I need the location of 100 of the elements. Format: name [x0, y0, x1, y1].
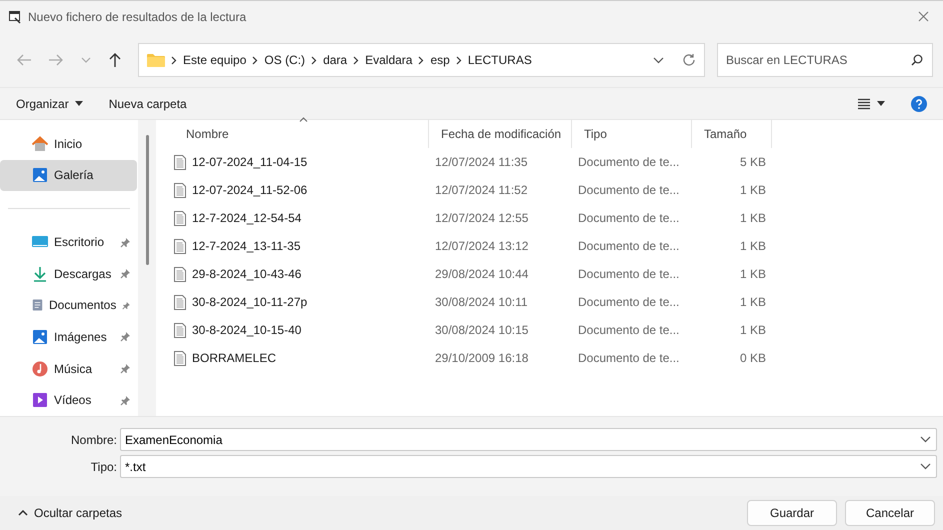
- date-cell: 12/07/2024 11:52: [435, 183, 528, 197]
- chevron-down-icon: [920, 436, 931, 443]
- breadcrumb-item[interactable]: OS (C:): [264, 51, 306, 69]
- chevron-up-icon: [18, 510, 28, 516]
- picture-icon: [32, 167, 48, 184]
- arrow-right-icon: [48, 53, 64, 67]
- text-file-icon: [174, 210, 186, 226]
- size-cell: 1 KB: [740, 183, 766, 197]
- window-title: Nuevo fichero de resultados de la lectura: [28, 9, 246, 26]
- refresh-icon: [682, 53, 696, 67]
- size-cell: 0 KB: [740, 351, 766, 365]
- date-cell: 29/08/2024 10:44: [435, 267, 528, 281]
- arrow-left-icon: [16, 53, 32, 67]
- save-button[interactable]: Guardar: [747, 500, 837, 526]
- column-header[interactable]: Tipo: [572, 120, 692, 148]
- help-icon: [911, 96, 927, 112]
- type-cell: Documento de te...: [578, 323, 680, 337]
- size-cell: 1 KB: [740, 267, 766, 281]
- breadcrumb-item[interactable]: Este equipo: [183, 51, 246, 69]
- chevron-icon: [252, 56, 258, 64]
- chevron-down-icon: [920, 463, 931, 470]
- sidebar-item[interactable]: Descargas: [0, 258, 137, 290]
- type-cell: Documento de te...: [578, 155, 680, 169]
- text-file-icon: [174, 322, 186, 338]
- text-file-icon: [174, 238, 186, 254]
- arrow-up-icon: [108, 52, 122, 68]
- column-header[interactable]: Tamaño: [692, 120, 772, 148]
- size-cell: 1 KB: [740, 323, 766, 337]
- chevron-icon: [456, 56, 462, 64]
- breadcrumb-item[interactable]: LECTURAS: [468, 51, 532, 69]
- date-cell: 12/07/2024 11:35: [435, 155, 528, 169]
- file-name[interactable]: BORRAMELEC: [192, 349, 276, 367]
- type-cell: Documento de te...: [578, 267, 680, 281]
- close-icon: [918, 11, 929, 22]
- date-cell: 30/08/2024 10:15: [435, 323, 528, 337]
- chevron-icon: [171, 56, 177, 64]
- file-type-dropdown[interactable]: *.txt: [120, 455, 937, 478]
- breadcrumb-item[interactable]: Evaldara: [365, 51, 412, 69]
- date-cell: 12/07/2024 13:12: [435, 239, 528, 253]
- date-cell: 30/08/2024 10:11: [435, 295, 528, 309]
- hide-folders-button[interactable]: Ocultar carpetas: [8, 501, 132, 525]
- sidebar-item[interactable]: Imágenes: [0, 321, 137, 353]
- sidebar-item[interactable]: Vídeos: [0, 384, 137, 416]
- column-header[interactable]: Nombre: [174, 120, 429, 148]
- music-note-icon: [32, 360, 48, 377]
- file-name[interactable]: 29-8-2024_10-43-46: [192, 265, 302, 283]
- date-cell: 29/10/2009 16:18: [435, 351, 528, 365]
- file-name-field[interactable]: ExamenEconomia: [120, 428, 937, 451]
- column-header[interactable]: Fecha de modificación: [429, 120, 572, 148]
- search-field[interactable]: Buscar en LECTURAS: [717, 43, 933, 77]
- organize-button[interactable]: Organizar: [6, 92, 93, 116]
- text-file-icon: [174, 266, 186, 282]
- picture-icon: [32, 328, 48, 345]
- text-file-icon: [174, 182, 186, 198]
- file-name[interactable]: 12-7-2024_13-11-35: [192, 237, 301, 255]
- breadcrumb-item[interactable]: esp: [430, 51, 450, 69]
- new-folder-button[interactable]: Nueva carpeta: [98, 92, 197, 116]
- video-icon: [32, 392, 48, 408]
- chevron-down-icon: [80, 56, 92, 64]
- desktop-icon: [32, 235, 48, 250]
- sidebar-item[interactable]: Escritorio: [0, 226, 137, 258]
- type-cell: Documento de te...: [578, 239, 680, 253]
- type-cell: Documento de te...: [578, 295, 680, 309]
- chevron-icon: [418, 56, 424, 64]
- sidebar-item[interactable]: Inicio: [0, 128, 137, 160]
- cancel-button[interactable]: Cancelar: [845, 500, 935, 526]
- scrollbar-thumb[interactable]: [146, 135, 149, 265]
- field-label: Nombre:: [70, 432, 118, 448]
- chevron-icon: [311, 56, 318, 64]
- caret-icon: [74, 101, 83, 106]
- type-cell: Documento de te...: [578, 183, 680, 197]
- type-cell: Documento de te...: [578, 211, 680, 225]
- chevron-icon: [353, 56, 360, 64]
- address-bar[interactable]: Este equipo OS (C:) dara Evaldara esp LECTURAS: [138, 43, 705, 77]
- text-file-icon: [174, 350, 186, 366]
- window-icon: [8, 10, 22, 24]
- sidebar-item[interactable]: Galería: [0, 160, 137, 192]
- file-name[interactable]: 30-8-2024_10-15-40: [192, 321, 302, 339]
- home-icon: [32, 136, 48, 152]
- document-icon: [32, 297, 43, 314]
- size-cell: 1 KB: [740, 239, 766, 253]
- file-name[interactable]: 12-07-2024_11-52-06: [192, 181, 308, 199]
- list-view-icon: [857, 98, 871, 110]
- date-cell: 12/07/2024 12:55: [435, 211, 528, 225]
- folder-icon: [147, 53, 165, 67]
- breadcrumb-item[interactable]: dara: [323, 51, 348, 69]
- size-cell: 1 KB: [740, 211, 766, 225]
- download-icon: [32, 266, 48, 282]
- size-cell: 1 KB: [740, 295, 766, 309]
- type-cell: Documento de te...: [578, 351, 680, 365]
- size-cell: 5 KB: [740, 155, 766, 169]
- file-name[interactable]: 12-7-2024_12-54-54: [192, 209, 302, 227]
- file-name[interactable]: 12-07-2024_11-04-15: [192, 153, 308, 171]
- caret-icon: [877, 101, 885, 106]
- sidebar-item[interactable]: Documentos: [0, 289, 137, 322]
- text-file-icon: [174, 294, 186, 310]
- search-icon: [911, 54, 923, 66]
- file-name[interactable]: 30-8-2024_10-11-27p: [192, 293, 308, 311]
- sidebar-item[interactable]: Música: [0, 352, 137, 384]
- text-file-icon: [174, 154, 186, 170]
